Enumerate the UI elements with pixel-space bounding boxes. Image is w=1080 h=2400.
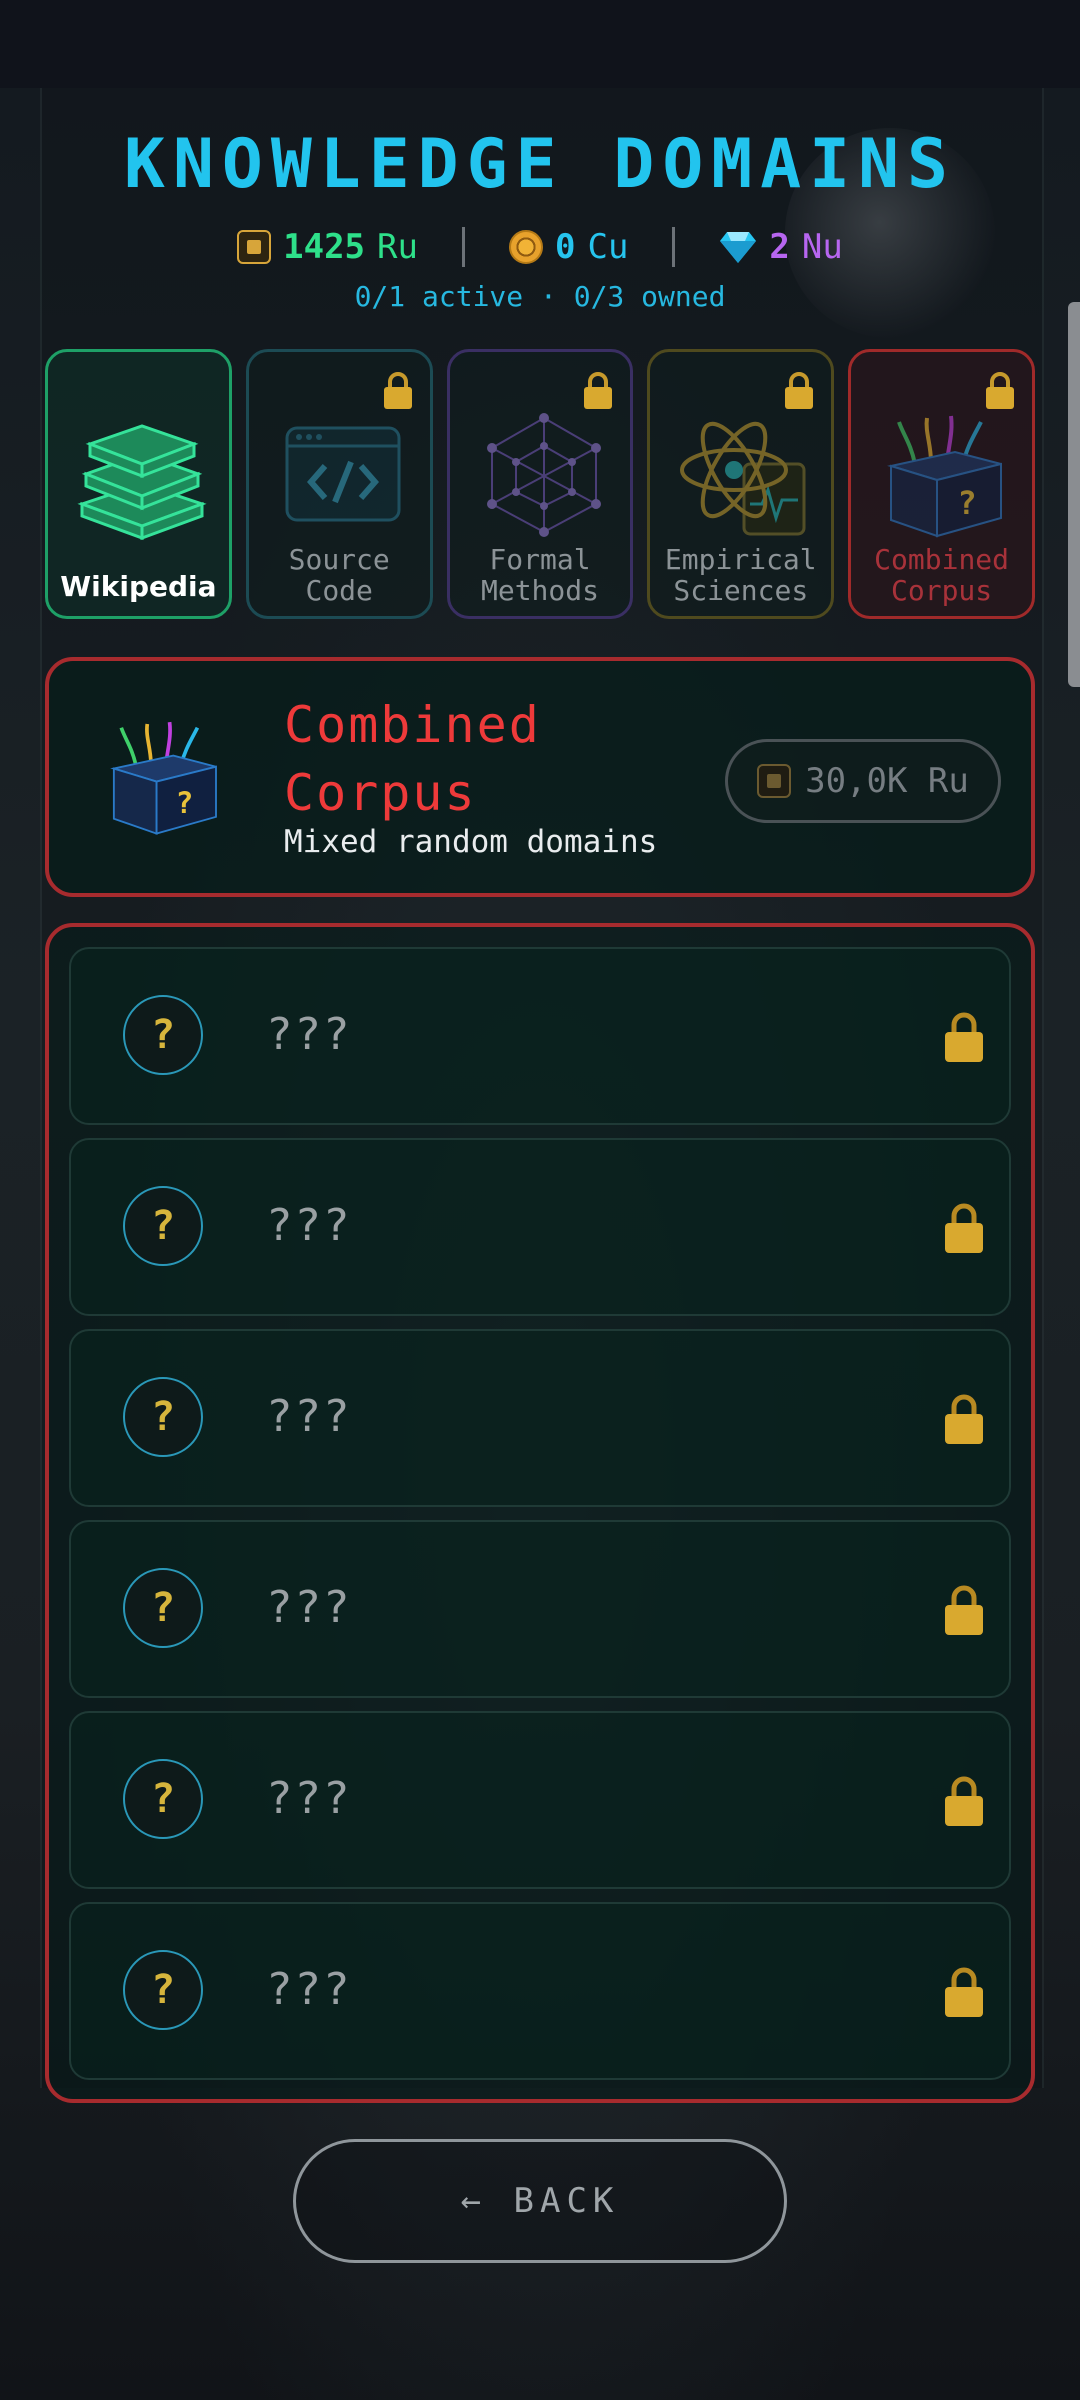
domain-tabs: Wikipedia Source Code Formal Methods Emp… xyxy=(45,349,1035,619)
mystery-box-icon: ? xyxy=(110,721,217,835)
currency-nu: 2 Nu xyxy=(675,227,886,267)
list-item[interactable]: ? ??? xyxy=(69,1902,1011,2080)
mystery-box-icon: ? xyxy=(887,415,1003,538)
currency-unit: Cu xyxy=(587,227,629,267)
currency-amount: 1425 xyxy=(283,227,366,267)
lock-icon xyxy=(945,1012,983,1062)
code-window-icon xyxy=(285,426,401,522)
currency-ru: 1425 Ru xyxy=(193,227,462,267)
domain-items-list: ? ??? ? ??? ? ??? ? ??? ? ??? ? ??? xyxy=(45,923,1035,2103)
scrollbar[interactable] xyxy=(1068,302,1080,687)
domain-name: Combined Corpus xyxy=(284,696,541,822)
item-label: ??? xyxy=(266,1391,352,1442)
chip-icon xyxy=(237,230,272,264)
lock-icon xyxy=(945,1203,983,1253)
atom-icon xyxy=(680,421,806,536)
list-item[interactable]: ? ??? xyxy=(69,1138,1011,1316)
item-label: ??? xyxy=(266,1964,352,2015)
question-mark-icon: ? xyxy=(123,1377,203,1457)
tab-label: Source Code xyxy=(288,543,390,607)
item-label: ??? xyxy=(266,1200,352,1251)
gem-icon xyxy=(720,232,757,263)
tab-label: Wikipedia xyxy=(60,570,217,603)
list-item[interactable]: ? ??? xyxy=(69,1329,1011,1507)
status-bar xyxy=(0,0,1080,88)
currency-unit: Ru xyxy=(377,227,418,267)
tab-label: Empirical Sciences xyxy=(664,543,817,607)
lock-icon xyxy=(945,1394,983,1444)
question-mark-icon: ? xyxy=(123,1759,203,1839)
tab-wikipedia[interactable]: Wikipedia xyxy=(45,349,232,619)
question-mark-icon: ? xyxy=(123,1186,203,1266)
coin-icon xyxy=(508,230,543,264)
item-label: ??? xyxy=(266,1773,352,1824)
tab-empirical-sciences[interactable]: Empirical Sciences xyxy=(647,349,835,619)
tab-source-code[interactable]: Source Code xyxy=(245,349,433,619)
price-label: 30,0K Ru xyxy=(805,761,969,801)
ownership-status: 0/1 active · 0/3 owned xyxy=(354,280,726,313)
page-title: KNOWLEDGE DOMAINS xyxy=(124,125,956,204)
books-icon xyxy=(77,424,207,541)
tab-label: Combined Corpus xyxy=(874,543,1010,607)
lock-icon xyxy=(945,1967,983,2017)
item-label: ??? xyxy=(266,1009,352,1060)
graph-network-icon xyxy=(486,413,601,537)
svg-text:?: ? xyxy=(175,786,193,821)
tab-label: Formal Methods xyxy=(480,543,599,607)
list-item[interactable]: ? ??? xyxy=(69,947,1011,1125)
selected-domain-card: ? Combined Corpus Mixed random domains 30… xyxy=(45,657,1035,897)
lock-icon xyxy=(945,1776,983,1826)
item-label: ??? xyxy=(266,1582,352,1633)
chip-icon xyxy=(757,764,792,798)
tab-formal-methods[interactable]: Formal Methods xyxy=(446,349,634,619)
question-mark-icon: ? xyxy=(123,1568,203,1648)
question-mark-icon: ? xyxy=(123,1950,203,2030)
currency-unit: Nu xyxy=(801,227,843,267)
tab-combined-corpus[interactable]: ? Combined Corpus xyxy=(848,349,1035,619)
currency-cu: 0 Cu xyxy=(465,227,672,267)
lock-icon xyxy=(945,1585,983,1635)
question-mark-icon: ? xyxy=(123,995,203,1075)
list-item[interactable]: ? ??? xyxy=(69,1711,1011,1889)
currency-bar: 1425 Ru 0 Cu 2 Nu xyxy=(0,222,1080,272)
currency-amount: 0 xyxy=(554,227,576,267)
currency-amount: 2 xyxy=(769,227,790,267)
back-button[interactable]: ← BACK xyxy=(293,2139,787,2263)
svg-text:?: ? xyxy=(958,484,977,522)
buy-button[interactable]: 30,0K Ru xyxy=(725,739,1001,823)
domain-description: Mixed random domains xyxy=(284,824,658,860)
list-item[interactable]: ? ??? xyxy=(69,1520,1011,1698)
